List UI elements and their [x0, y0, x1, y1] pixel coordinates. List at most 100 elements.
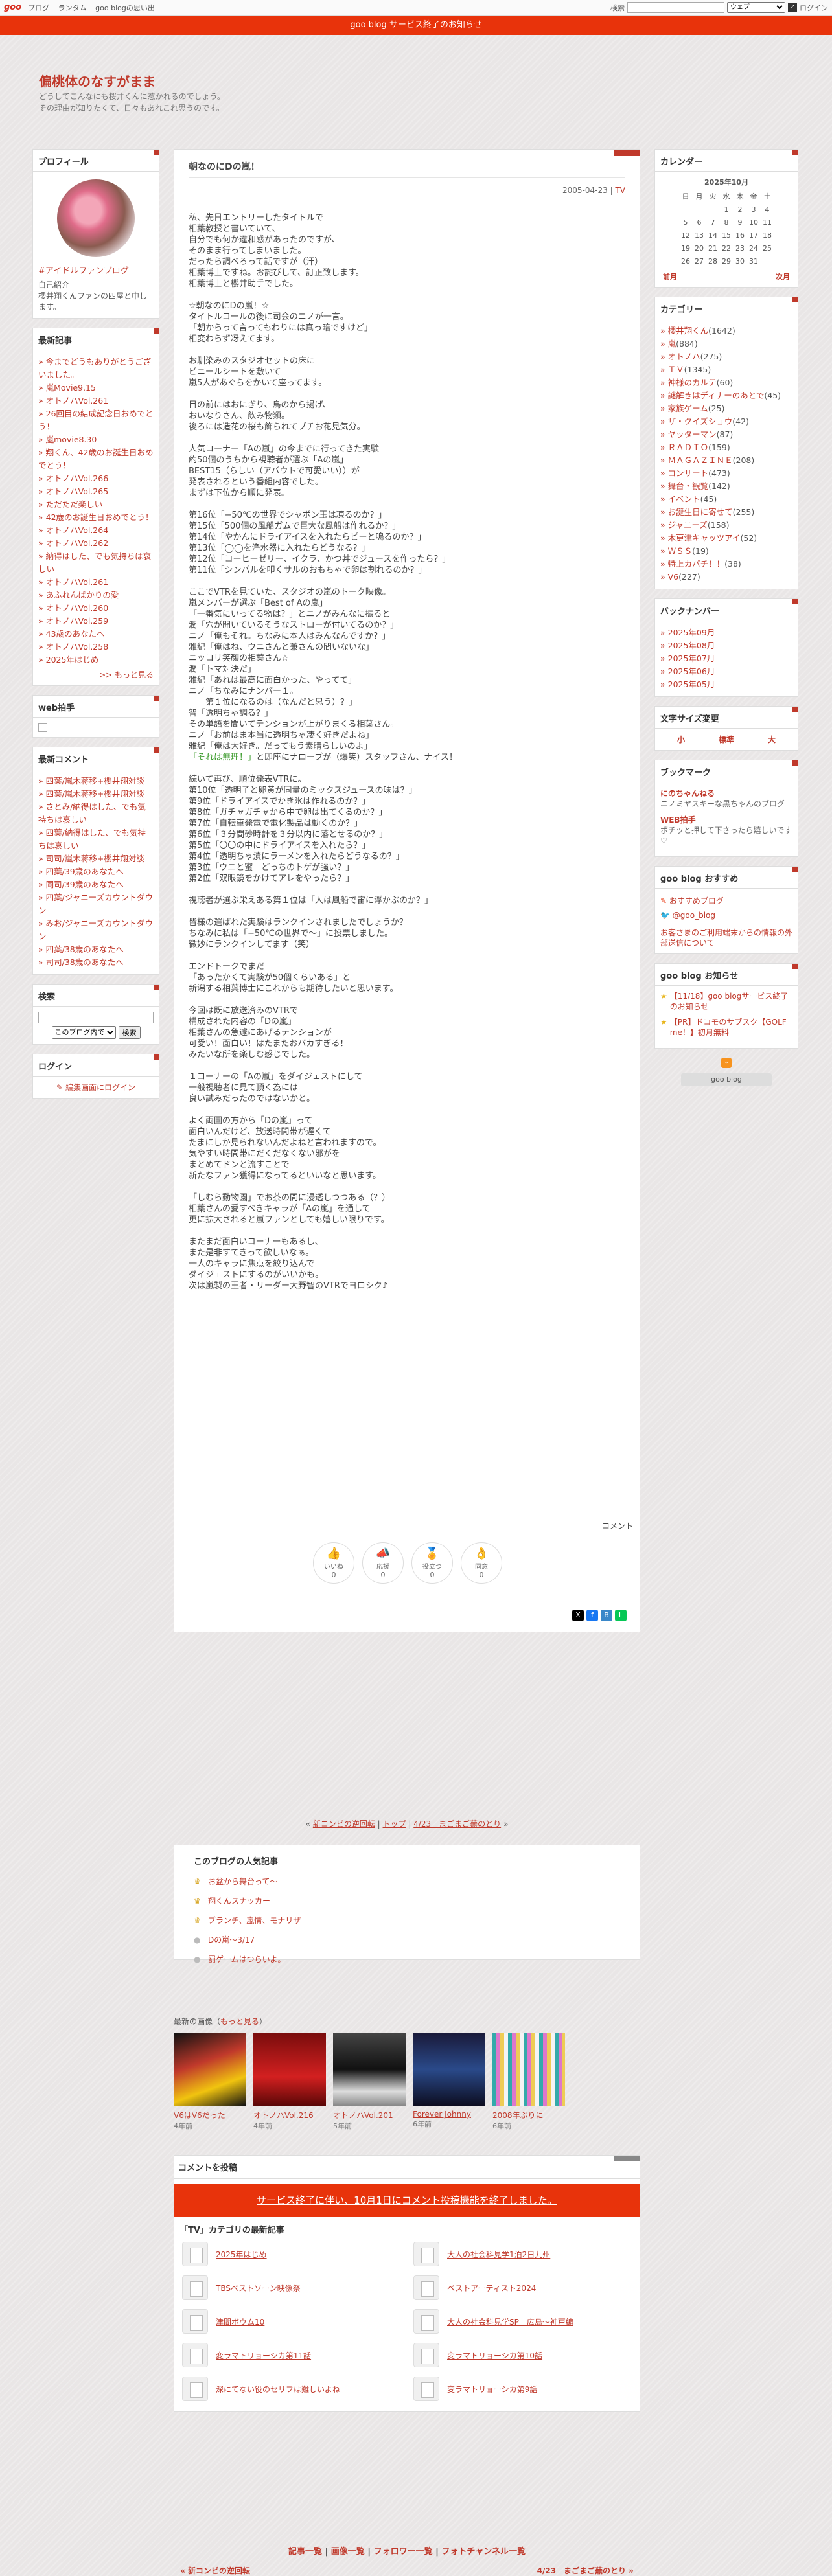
recent-post-item[interactable]: オトノハVol.266	[38, 472, 154, 485]
category-item[interactable]: 嵐(884)	[660, 337, 792, 350]
category-latest-item[interactable]: TBSベストソーン映像祭	[182, 2275, 400, 2300]
login-icon[interactable]: ✓	[788, 3, 797, 12]
recent-comment-item[interactable]: みお/ジャニーズカウントダウン	[38, 917, 154, 943]
x-share-icon[interactable]: X	[572, 1610, 584, 1621]
recent-comment-item[interactable]: 司司/38歳のあなたへ	[38, 956, 154, 969]
image-thumbnail[interactable]: 2008年ぶりに 6年前	[492, 2033, 565, 2131]
thumbnail-caption[interactable]: 2008年ぶりに	[492, 2110, 565, 2121]
bookmark-name[interactable]: にのちゃんねる	[660, 788, 792, 799]
fontsize-normal-button[interactable]: 標準	[719, 734, 734, 745]
category-item[interactable]: ＴＶ(1345)	[660, 363, 792, 376]
recent-more-link[interactable]: >> もっと見る	[38, 669, 154, 680]
thumbnail-image[interactable]	[174, 2033, 246, 2106]
thumbnail-caption[interactable]: Forever Johnny	[413, 2110, 485, 2119]
category-name[interactable]: オトノハ	[668, 352, 700, 361]
category-item[interactable]: ザ・クイズショウ(42)	[660, 415, 792, 428]
category-name[interactable]: お誕生日に寄せて	[668, 507, 733, 517]
category-name[interactable]: 謎解きはディナーのあとで	[668, 391, 765, 400]
calendar-prev-link[interactable]: 前月	[663, 271, 677, 282]
recent-post-item[interactable]: 納得はした、でも気持ちは哀しい	[38, 550, 154, 576]
popular-item-link[interactable]: 罰ゲームはつらいよ。	[208, 1955, 285, 1964]
pager-next-link[interactable]: 4/23 まごまご蕪のとり	[413, 1819, 501, 1829]
recent-post-item[interactable]: オトノハVol.262	[38, 537, 154, 550]
facebook-share-icon[interactable]: f	[586, 1610, 598, 1621]
top-nav-ranking[interactable]: ランタム	[58, 4, 87, 12]
category-latest-link[interactable]: 大人の社会科見学1泊2日九州	[447, 2249, 550, 2260]
top-search-scope[interactable]: ウェブ	[727, 2, 785, 13]
calendar-next-link[interactable]: 次月	[776, 271, 790, 282]
category-name[interactable]: 神様のカルテ	[668, 378, 717, 387]
latest-images-more[interactable]: もっと見る	[220, 2017, 259, 2026]
footer-link-photochannel[interactable]: フォトチャンネル一覧	[441, 2547, 526, 2557]
category-item[interactable]: 櫻井翔くん(1642)	[660, 325, 792, 337]
category-item[interactable]: ＷＳＳ(19)	[660, 545, 792, 558]
image-thumbnail[interactable]: V6はV6だった 4年前	[174, 2033, 246, 2131]
category-name[interactable]: ＲＡＤＩＯ	[668, 442, 709, 452]
recent-post-item[interactable]: オトノハVol.260	[38, 602, 154, 615]
recent-post-item[interactable]: オトノハVol.261	[38, 576, 154, 589]
category-item[interactable]: 謎解きはディナーのあとで(45)	[660, 389, 792, 402]
recent-comment-item[interactable]: 四葉/嵐木蒋移+櫻井翔対談	[38, 775, 154, 788]
category-latest-link[interactable]: 変ラマトリョーシカ第11話	[216, 2350, 311, 2361]
recent-comment-item[interactable]: 四葉/嵐木蒋移+櫻井翔対談	[38, 788, 154, 801]
recent-comment-item[interactable]: 四葉/ジャニーズカウントダウン	[38, 891, 154, 917]
recent-comment-item[interactable]: 同司/39歳のあなたへ	[38, 878, 154, 891]
popular-item-link[interactable]: 翔くんスナッカー	[208, 1897, 270, 1906]
backnumber-item[interactable]: 2025年07月	[660, 652, 792, 665]
reaction-button-1[interactable]: 👍 いいね 0	[313, 1542, 354, 1584]
top-nav-memories[interactable]: goo blogの思い出	[95, 4, 155, 12]
category-latest-link[interactable]: 大人の社会科見学SP 広島〜神戸編	[447, 2316, 573, 2327]
recent-comment-item[interactable]: 四葉/39歳のあなたへ	[38, 865, 154, 878]
recent-post-item[interactable]: 43歳のあなたへ	[38, 628, 154, 641]
reaction-button-3[interactable]: 🏅 役立つ 0	[411, 1542, 453, 1584]
goo-logo[interactable]: goo	[4, 3, 21, 12]
category-item[interactable]: V6(227)	[660, 571, 792, 584]
blog-title[interactable]: 偏桃体のなすがまま	[39, 71, 156, 90]
recent-post-item[interactable]: オトノハVol.264	[38, 524, 154, 537]
category-latest-item[interactable]: 変ラマトリョーシカ第11話	[182, 2343, 400, 2367]
recent-post-item[interactable]: 26回目の結成記念日おめでとう！	[38, 407, 154, 433]
category-name[interactable]: V6	[668, 572, 679, 582]
category-latest-item[interactable]: 変ラマトリョーシカ第10話	[413, 2343, 632, 2367]
category-latest-link[interactable]: TBSベストソーン映像祭	[216, 2283, 301, 2294]
recent-post-item[interactable]: オトノハVol.259	[38, 615, 154, 628]
recent-comment-item[interactable]: 四葉/納得はした、でも気持ちは哀しい	[38, 826, 154, 852]
popular-item[interactable]: ♛ 翔くんスナッカー	[194, 1891, 620, 1911]
goo-blog-x-link[interactable]: @goo_blog	[673, 911, 715, 920]
category-latest-item[interactable]: 大人の社会科見学1泊2日九州	[413, 2242, 632, 2266]
category-name[interactable]: 舞台・観覧	[668, 481, 709, 491]
recent-post-item[interactable]: ただただ楽しい	[38, 498, 154, 511]
recent-post-item[interactable]: 42歳のお誕生日おめでとう！	[38, 511, 154, 524]
category-item[interactable]: ＲＡＤＩＯ(159)	[660, 441, 792, 454]
recent-post-item[interactable]: 翔くん、42歳のお誕生日おめでとう！	[38, 446, 154, 472]
recent-post-item[interactable]: あふれんばかりの愛	[38, 589, 154, 602]
recent-post-item[interactable]: 嵐movie8.30	[38, 433, 154, 446]
backnumber-item[interactable]: 2025年09月	[660, 626, 792, 639]
category-name[interactable]: ザ・クイズショウ	[668, 416, 733, 426]
top-login-link[interactable]: ログイン	[800, 3, 828, 13]
category-name[interactable]: 木更津キャッツアイ	[668, 533, 741, 543]
news-item[interactable]: 【11/18】goo blogサービス終了のお知らせ	[670, 991, 792, 1012]
thumbnail-image[interactable]	[413, 2033, 485, 2106]
top-nav-blog[interactable]: ブログ	[28, 4, 49, 12]
news-item[interactable]: 【PR】ドコモのサブスク【GOLF me！】初月無料	[670, 1017, 792, 1038]
category-latest-link[interactable]: 変ラマトリョーシカ第10話	[447, 2350, 542, 2361]
category-latest-link[interactable]: 津間ボウム10	[216, 2316, 264, 2327]
category-name[interactable]: 家族ゲーム	[668, 404, 708, 413]
category-name[interactable]: 特上カバチ！！	[668, 559, 725, 569]
pager-top-link[interactable]: トップ	[383, 1819, 406, 1829]
thumbnail-caption[interactable]: オトノハVol.216	[253, 2110, 326, 2121]
recent-post-item[interactable]: 今までどうもありがとうございました。	[38, 356, 154, 382]
goo-blog-footer-logo[interactable]: goo blog	[681, 1073, 772, 1086]
image-thumbnail[interactable]: オトノハVol.201 5年前	[333, 2033, 406, 2131]
webclap-image[interactable]	[38, 723, 47, 732]
rss-icon[interactable]: ⌁	[721, 1058, 732, 1068]
recommend-blog-link[interactable]: おすすめブログ	[669, 896, 724, 906]
category-latest-item[interactable]: 変ラマトリョーシカ第9話	[413, 2377, 632, 2401]
popular-item-link[interactable]: ブランチ、嵐情、モナリザ	[208, 1916, 301, 1925]
blog-search-button[interactable]: 検索	[118, 1026, 141, 1039]
hatena-share-icon[interactable]: B	[601, 1610, 612, 1621]
recent-post-item[interactable]: 2025年はじめ	[38, 654, 154, 667]
recent-post-item[interactable]: オトノハVol.265	[38, 485, 154, 498]
category-item[interactable]: ＭＡＧＡＺＩＮＥ(208)	[660, 454, 792, 467]
